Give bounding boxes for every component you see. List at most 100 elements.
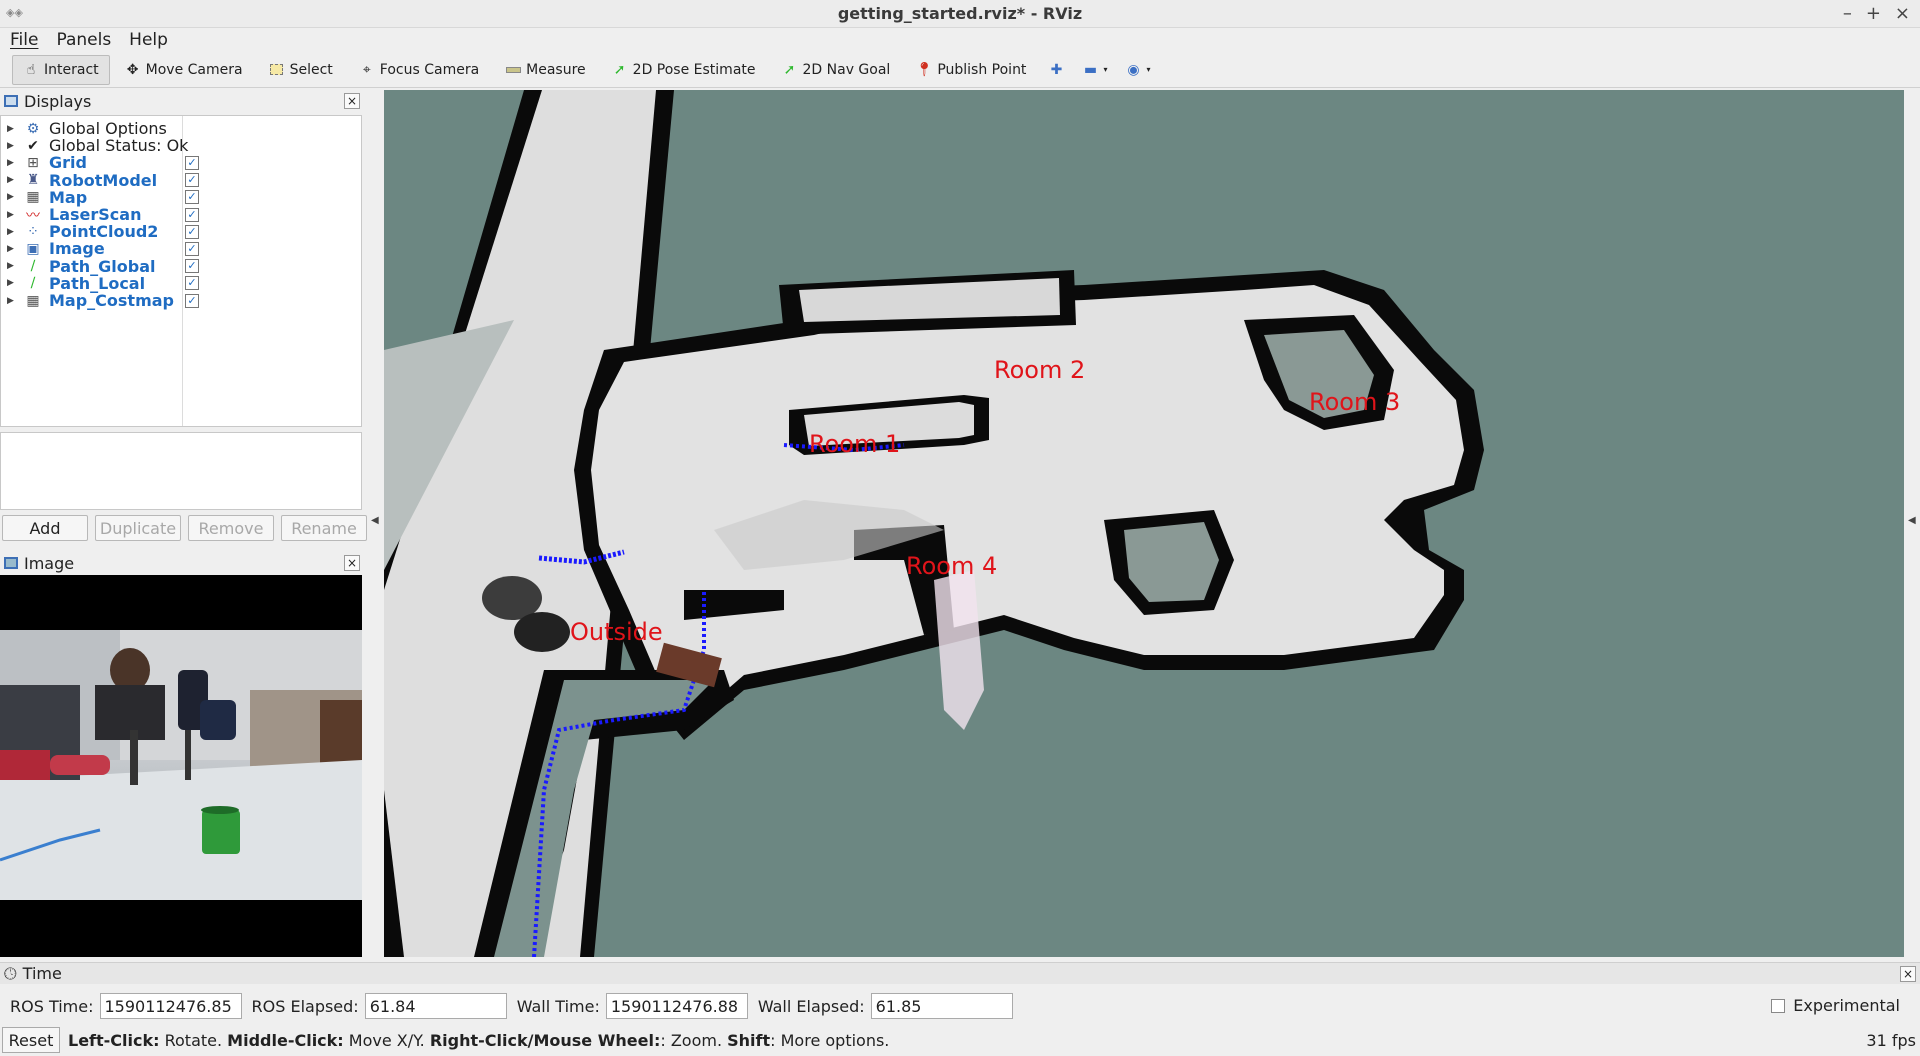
rviz-app-icon: ◈◈: [6, 6, 23, 19]
remove-display-button[interactable]: Remove: [188, 515, 274, 541]
select-label: Select: [289, 61, 333, 78]
close-button[interactable]: ×: [1895, 3, 1910, 24]
crosshair-icon: ⌖: [362, 61, 371, 78]
expand-arrow-icon[interactable]: ▶: [7, 141, 17, 151]
display-item-label: Map_Costmap: [49, 291, 174, 310]
collapse-left-icon: ◀: [371, 515, 379, 526]
hand-pointer-icon: ☝: [26, 61, 36, 78]
camera-scene-graphic: [0, 630, 362, 900]
expand-arrow-icon[interactable]: ▶: [7, 261, 17, 271]
path-icon: ∕: [30, 275, 36, 292]
plus-icon: ✚: [1050, 61, 1063, 78]
dropdown-arrow-icon: ▾: [1146, 65, 1151, 74]
pointcloud-icon: ⁘: [27, 223, 39, 240]
outside-label: Outside: [570, 618, 663, 646]
time-panel: 🕓︎ Time × ROS Time: 1590112476.85 ROS El…: [0, 962, 1920, 1056]
close-icon[interactable]: ×: [344, 555, 360, 571]
menu-panels[interactable]: Panels: [56, 30, 111, 50]
pose-estimate-tool-button[interactable]: ➚ 2D Pose Estimate: [601, 55, 767, 85]
checkbox-box[interactable]: [1771, 998, 1786, 1013]
display-enable-checkbox[interactable]: ✓: [185, 190, 199, 205]
reset-button[interactable]: Reset: [2, 1027, 60, 1053]
camera-image-view[interactable]: [0, 575, 362, 957]
display-enable-checkbox[interactable]: ✓: [185, 241, 199, 256]
maximize-button[interactable]: +: [1866, 3, 1881, 24]
display-enable-checkbox[interactable]: ✓: [185, 155, 199, 170]
experimental-label: Experimental: [1793, 996, 1900, 1015]
ros-elapsed-label: ROS Elapsed:: [251, 996, 359, 1016]
menu-bar: File Panels Help: [0, 28, 1920, 52]
hint-right-key: Right-Click/Mouse Wheel:: [429, 1030, 661, 1050]
interact-tool-button[interactable]: ☝ Interact: [12, 54, 110, 85]
grid-icon: ⊞: [27, 154, 39, 171]
displays-title: Displays: [24, 91, 92, 111]
expand-arrow-icon[interactable]: ▶: [7, 192, 17, 202]
close-icon[interactable]: ×: [1900, 966, 1916, 982]
move-camera-label: Move Camera: [145, 61, 243, 78]
map-icon: ▦: [26, 292, 40, 309]
select-tool-button[interactable]: Select: [258, 55, 344, 85]
add-tool-button[interactable]: ✚: [1041, 55, 1071, 85]
image-icon: [4, 557, 18, 569]
display-enable-checkbox[interactable]: ✓: [185, 173, 199, 188]
map-icon: ▦: [26, 189, 40, 206]
display-enable-checkbox[interactable]: ✓: [185, 276, 199, 291]
render-3d-view[interactable]: Room 1 Room 2 Room 3 Room 4 Outside: [384, 90, 1904, 957]
expand-arrow-icon[interactable]: ▶: [7, 278, 17, 288]
clock-icon: 🕓︎: [4, 963, 17, 983]
expand-arrow-icon[interactable]: ▶: [7, 244, 17, 254]
wall-elapsed-field[interactable]: 61.85: [870, 993, 1013, 1019]
expand-arrow-icon[interactable]: ▶: [7, 158, 17, 168]
expand-arrow-icon[interactable]: ▶: [7, 296, 17, 306]
ros-time-field[interactable]: 1590112476.85: [99, 993, 242, 1019]
minus-icon: ▬: [1083, 61, 1098, 78]
interact-tool-label: Interact: [44, 61, 99, 78]
display-enable-checkbox[interactable]: ✓: [185, 224, 199, 239]
wall-elapsed-label: Wall Elapsed:: [757, 996, 865, 1016]
measure-tool-button[interactable]: Measure: [494, 55, 597, 85]
menu-help[interactable]: Help: [129, 30, 168, 50]
move-arrows-icon: ✥: [126, 61, 139, 78]
expand-arrow-icon[interactable]: ▶: [7, 124, 17, 134]
hint-shift-key: Shift: [727, 1030, 771, 1050]
right-splitter[interactable]: ◀: [1904, 90, 1920, 957]
expand-arrow-icon[interactable]: ▶: [7, 227, 17, 237]
add-display-button[interactable]: Add: [2, 515, 88, 541]
close-icon[interactable]: ×: [344, 93, 360, 109]
display-enable-checkbox[interactable]: ✓: [185, 207, 199, 222]
experimental-checkbox[interactable]: Experimental: [1771, 996, 1900, 1015]
hint-middle-key: Middle-Click:: [227, 1030, 344, 1050]
display-description-box: [0, 432, 362, 510]
duplicate-display-button[interactable]: Duplicate: [95, 515, 181, 541]
nav-goal-tool-button[interactable]: ➚ 2D Nav Goal: [771, 55, 902, 85]
ros-time-label: ROS Time:: [10, 996, 94, 1016]
hint-middle: Move X/Y.: [343, 1030, 430, 1050]
wall-time-field[interactable]: 1590112476.88: [605, 993, 748, 1019]
move-camera-tool-button[interactable]: ✥ Move Camera: [114, 55, 254, 85]
publish-point-tool-button[interactable]: 📍︎ Publish Point: [905, 55, 1037, 85]
view-options-button[interactable]: ◉ ▾: [1118, 55, 1157, 85]
display-item[interactable]: ▶ ▦ Map_Costmap ✓: [1, 290, 361, 311]
title-bar: ◈◈ getting_started.rviz* - RViz – + ×: [0, 0, 1920, 28]
time-panel-header: 🕓︎ Time ×: [0, 962, 1920, 984]
display-enable-checkbox[interactable]: ✓: [185, 293, 199, 308]
map-pin-icon: 📍︎: [915, 61, 934, 78]
focus-camera-tool-button[interactable]: ⌖ Focus Camera: [348, 55, 490, 85]
fps-counter: 31 fps: [1866, 1030, 1916, 1050]
remove-tool-button[interactable]: ▬ ▾: [1075, 55, 1114, 85]
rename-display-button[interactable]: Rename: [281, 515, 367, 541]
room2-label: Room 2: [994, 356, 1086, 384]
focus-camera-label: Focus Camera: [379, 61, 480, 78]
menu-file[interactable]: File: [10, 30, 38, 50]
occupancy-map-graphic: [384, 90, 1484, 957]
image-icon: ▣: [26, 240, 40, 257]
status-bar: Reset Left-Click: Rotate. Middle-Click: …: [0, 1026, 1920, 1054]
expand-arrow-icon[interactable]: ▶: [7, 175, 17, 185]
minimize-button[interactable]: –: [1843, 3, 1852, 24]
wall-time-label: Wall Time:: [516, 996, 600, 1016]
expand-arrow-icon[interactable]: ▶: [7, 210, 17, 220]
display-enable-checkbox[interactable]: ✓: [185, 259, 199, 274]
left-splitter[interactable]: ◀: [366, 90, 384, 957]
window-controls: – + ×: [1843, 3, 1910, 24]
ros-elapsed-field[interactable]: 61.84: [364, 993, 507, 1019]
